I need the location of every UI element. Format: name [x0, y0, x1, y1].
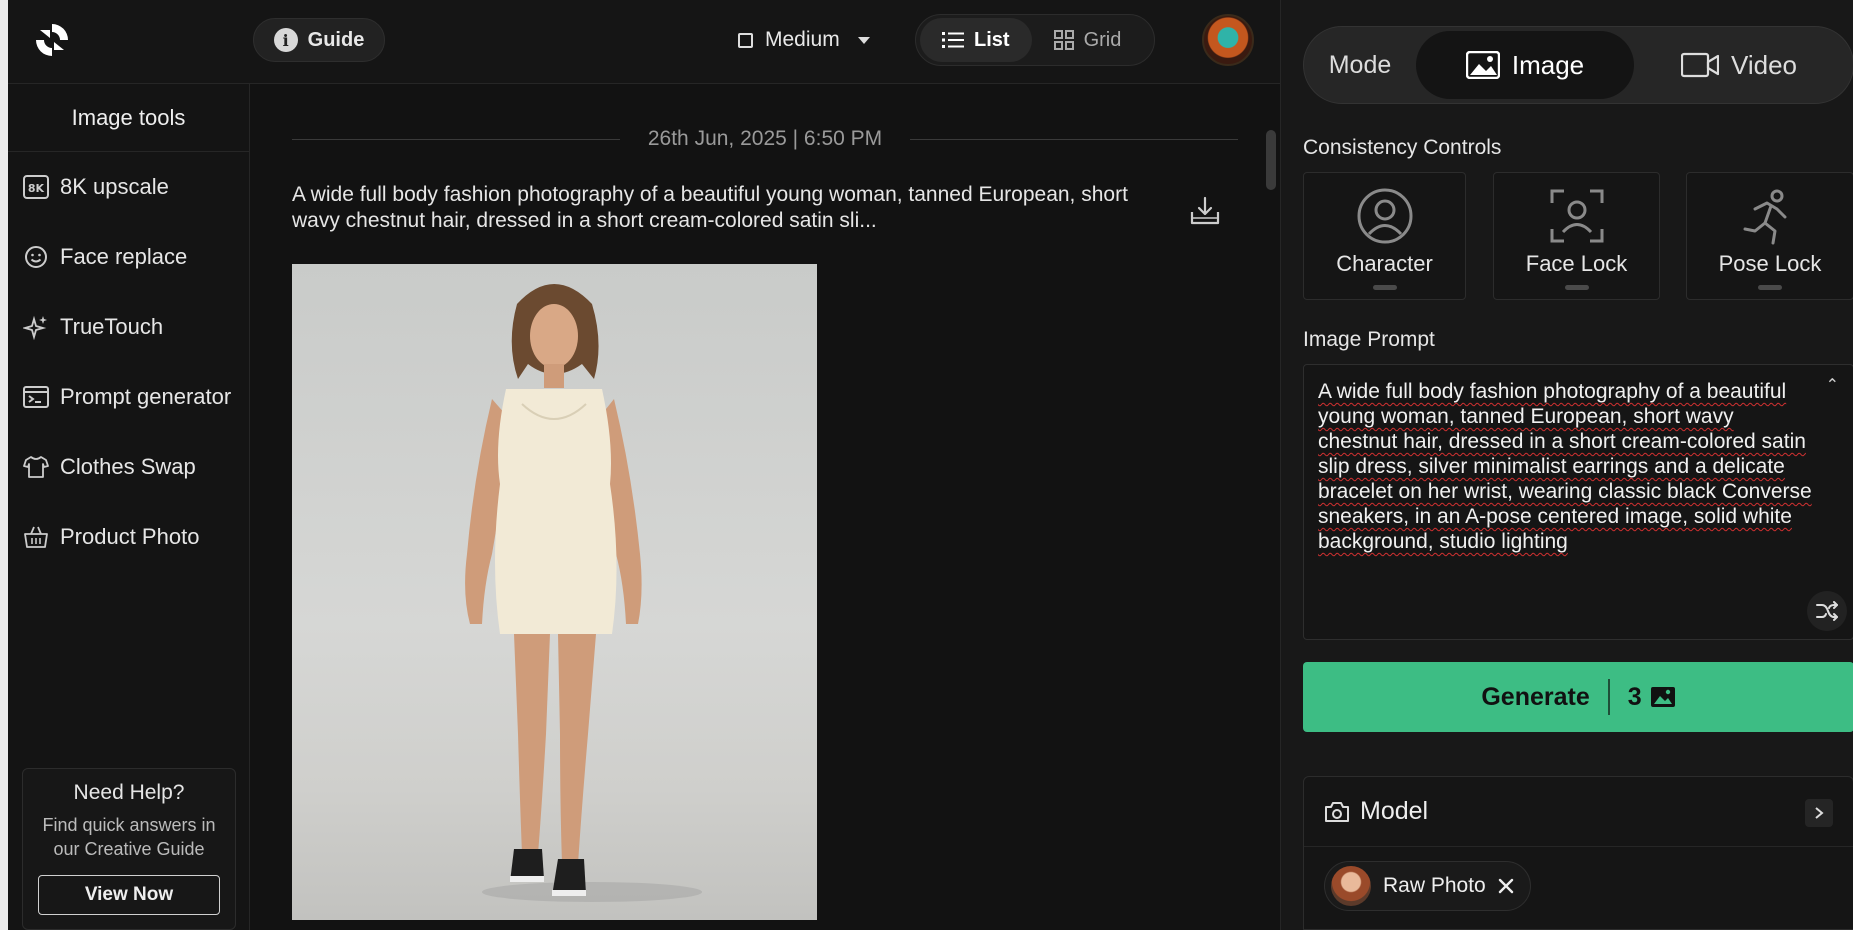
model-chip-label: Raw Photo [1383, 874, 1486, 897]
sparkle-icon [22, 313, 50, 341]
view-toggle: List Grid [915, 14, 1155, 66]
generate-separator [1607, 679, 1610, 715]
sidebar-item-8k-upscale[interactable]: 8K 8K upscale [8, 152, 249, 222]
sidebar-item-label: TrueTouch [60, 314, 164, 339]
view-list-label: List [974, 28, 1010, 51]
8k-icon: 8K [22, 173, 50, 201]
settings-panel: Mode Image Video Consistency Controls Ch… [1280, 0, 1853, 930]
date-divider: 26th Jun, 2025 | 6:50 PM [292, 124, 1238, 154]
model-section: Model Raw Photo [1303, 776, 1853, 930]
shuffle-icon [1816, 601, 1838, 621]
sidebar-title: Image tools [8, 84, 249, 152]
basket-icon [22, 523, 50, 551]
consistency-controls-title: Consistency Controls [1303, 136, 1502, 159]
control-label: Character [1336, 251, 1433, 276]
user-avatar[interactable] [1202, 14, 1254, 66]
mode-image-label: Image [1511, 49, 1585, 80]
generation-timestamp: 26th Jun, 2025 | 6:50 PM [647, 127, 883, 150]
download-icon[interactable] [1188, 194, 1222, 228]
divider-line [292, 138, 620, 140]
svg-text:8K: 8K [28, 182, 45, 195]
sidebar-item-label: Clothes Swap [60, 454, 196, 479]
shirt-icon [22, 453, 50, 481]
toggle-indicator [1372, 285, 1397, 290]
model-thumbnail [1331, 866, 1371, 906]
feed-scrollbar[interactable] [1266, 130, 1276, 190]
smiley-icon [22, 243, 50, 271]
face-scan-icon [1550, 189, 1603, 243]
sidebar-item-truetouch[interactable]: TrueTouch [8, 292, 249, 362]
generated-image[interactable] [292, 264, 817, 920]
info-icon: i [273, 28, 298, 52]
sidebar-item-clothes-swap[interactable]: Clothes Swap [8, 432, 249, 502]
generate-cost: 3 [1627, 682, 1642, 711]
grid-icon [1053, 30, 1074, 50]
model-title: Model [1360, 797, 1429, 825]
sidebar-item-label: Prompt generator [60, 384, 232, 409]
model-header[interactable]: Model [1304, 777, 1853, 847]
face-lock-control[interactable]: Face Lock [1493, 172, 1660, 300]
camera-icon [1325, 801, 1349, 822]
help-card: Need Help? Find quick answers in our Cre… [22, 768, 236, 930]
terminal-icon [22, 383, 50, 411]
sidebar-item-face-replace[interactable]: Face replace [8, 222, 249, 292]
image-prompt-textarea[interactable]: A wide full body fashion photography of … [1303, 364, 1853, 640]
toggle-indicator [1758, 285, 1782, 290]
mode-label: Mode [1328, 50, 1392, 79]
list-icon [942, 32, 964, 48]
mode-image-button[interactable]: Image [1416, 31, 1634, 99]
character-icon [1357, 188, 1412, 244]
generation-prompt: A wide full body fashion photography of … [292, 183, 1128, 232]
app-logo-icon[interactable] [32, 20, 72, 60]
sidebar-item-prompt-generator[interactable]: Prompt generator [8, 362, 249, 432]
model-chip[interactable]: Raw Photo [1324, 861, 1531, 911]
chevron-up-icon[interactable]: ⌃ [1826, 375, 1839, 395]
close-icon[interactable] [1498, 878, 1514, 894]
help-title: Need Help? [73, 781, 185, 804]
sidebar-item-label: Face replace [60, 244, 188, 269]
guide-button[interactable]: i Guide [253, 18, 385, 62]
view-grid-label: Grid [1083, 28, 1122, 51]
generation-feed: 26th Jun, 2025 | 6:50 PM A wide full bod… [250, 84, 1280, 930]
mode-switch: Mode Image Video [1303, 26, 1853, 104]
mode-video-button[interactable]: Video [1634, 31, 1844, 99]
pose-lock-control[interactable]: Pose Lock [1686, 172, 1853, 300]
generate-label: Generate [1481, 682, 1590, 711]
video-camera-icon [1680, 52, 1719, 78]
window-edge [0, 0, 8, 930]
view-now-button[interactable]: View Now [38, 875, 220, 915]
chevron-down-icon [857, 36, 870, 44]
mode-video-label: Video [1730, 49, 1798, 80]
image-credits-icon [1650, 687, 1675, 707]
square-icon [738, 32, 753, 48]
shuffle-button[interactable] [1807, 591, 1847, 631]
view-grid-button[interactable]: Grid [1032, 18, 1144, 62]
top-bar: i Guide Medium List Grid [8, 0, 1280, 84]
prompt-text: A wide full body fashion photography of … [1318, 380, 1812, 553]
guide-label: Guide [307, 28, 365, 51]
divider-line [910, 138, 1238, 140]
image-icon [1465, 51, 1500, 79]
running-person-icon [1743, 189, 1787, 245]
image-prompt-title: Image Prompt [1303, 328, 1435, 351]
fashion-photo [465, 284, 702, 902]
help-text: Find quick answers in our Creative Guide [42, 815, 216, 859]
size-dropdown[interactable]: Medium [738, 22, 870, 58]
control-label: Pose Lock [1718, 251, 1822, 276]
size-label: Medium [765, 28, 840, 51]
sidebar: Image tools 8K 8K upscale Face replace T… [8, 84, 250, 930]
view-list-button[interactable]: List [920, 18, 1032, 62]
toggle-indicator [1564, 285, 1589, 290]
sidebar-item-label: Product Photo [60, 524, 200, 549]
chevron-right-icon[interactable] [1805, 799, 1833, 827]
character-control[interactable]: Character [1303, 172, 1466, 300]
control-label: Face Lock [1525, 251, 1628, 276]
sidebar-item-label: 8K upscale [60, 174, 169, 199]
generate-button[interactable]: Generate 3 [1303, 662, 1853, 732]
sidebar-item-product-photo[interactable]: Product Photo [8, 502, 249, 572]
